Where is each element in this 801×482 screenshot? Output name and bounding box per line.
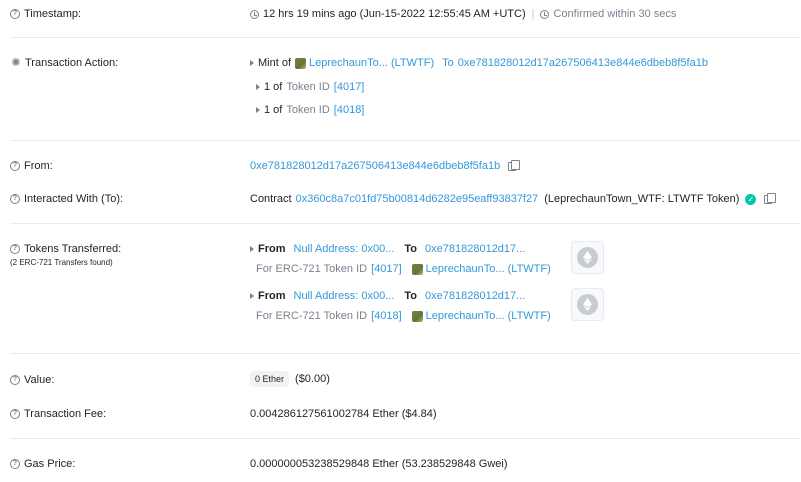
gas-price-label: ? Gas Price: [10, 458, 75, 470]
help-icon[interactable]: ? [10, 375, 20, 385]
token-logo-icon [411, 310, 423, 322]
mint-to-address-link[interactable]: 0xe781828012d17a267506413e844e6dbeb8f5fa… [458, 57, 708, 69]
from-null-address-link[interactable]: Null Address: 0x00... [294, 243, 395, 255]
token-logo-icon [295, 57, 307, 69]
caret-right-icon [250, 246, 254, 252]
ethereum-icon [571, 241, 604, 274]
from-value: 0xe781828012d17a267506413e844e6dbeb8f5fa… [250, 159, 521, 172]
transfer-detail: For ERC-721 Token ID [4018] LeprechaunTo… [256, 310, 551, 322]
usd-value: ($0.00) [295, 373, 330, 385]
divider [10, 438, 800, 439]
caret-right-icon [256, 107, 260, 113]
divider [10, 140, 800, 141]
ether-amount-badge: 0 Ether [250, 371, 290, 387]
copy-icon[interactable] [508, 159, 521, 171]
transaction-fee-value: 0.004286127561002784 Ether ($4.84) [250, 408, 437, 420]
to-address-link[interactable]: 0xe781828012d17... [425, 290, 525, 302]
token-id-link[interactable]: [4017] [334, 81, 365, 93]
gas-price-value: 0.000000053238529848 Ether (53.238529848… [250, 458, 508, 470]
from-label: ? From: [10, 160, 53, 172]
token-logo-icon [411, 263, 423, 275]
transfer-row: From Null Address: 0x00... To 0xe7818280… [250, 243, 525, 255]
transaction-action-label: ✺ Transaction Action: [11, 57, 119, 69]
help-icon[interactable]: ? [10, 244, 20, 254]
verified-check-icon: ✓ [745, 193, 757, 205]
help-icon[interactable]: ? [10, 9, 20, 19]
contract-address-link[interactable]: 0x360c8a7c01fd75b00814d6282e95eaff93837f… [296, 193, 539, 205]
help-icon[interactable]: ? [10, 409, 20, 419]
ethereum-icon [571, 288, 604, 321]
from-address-link[interactable]: 0xe781828012d17a267506413e844e6dbeb8f5fa… [250, 160, 500, 172]
action-item: 1 of Token ID [4017] [256, 81, 364, 93]
mint-action: Mint of LeprechaunTo... (LTWTF) To 0xe78… [250, 57, 708, 69]
token-link[interactable]: LeprechaunTo... (LTWTF) [426, 310, 551, 322]
transfer-detail: For ERC-721 Token ID [4017] LeprechaunTo… [256, 263, 551, 275]
value-amount: 0 Ether ($0.00) [250, 371, 330, 387]
divider [10, 353, 800, 354]
timer-icon [540, 9, 550, 19]
token-id-link[interactable]: [4018] [371, 310, 402, 322]
lightbulb-icon: ✺ [11, 57, 21, 69]
divider [10, 223, 800, 224]
interacted-with-value: Contract 0x360c8a7c01fd75b00814d6282e95e… [250, 192, 777, 205]
caret-right-icon [256, 84, 260, 90]
help-icon[interactable]: ? [10, 459, 20, 469]
clock-icon [250, 9, 259, 19]
to-address-link[interactable]: 0xe781828012d17... [425, 243, 525, 255]
transaction-fee-label: ? Transaction Fee: [10, 408, 106, 420]
interacted-with-label: ? Interacted With (To): [10, 193, 123, 205]
token-id-link[interactable]: [4017] [371, 263, 402, 275]
token-link[interactable]: LeprechaunTo... (LTWTF) [309, 57, 434, 69]
action-item: 1 of Token ID [4018] [256, 104, 364, 116]
token-id-link[interactable]: [4018] [334, 104, 365, 116]
transfer-row: From Null Address: 0x00... To 0xe7818280… [250, 290, 525, 302]
value-label: ? Value: [10, 374, 54, 386]
help-icon[interactable]: ? [10, 161, 20, 171]
transfers-found-count: (2 ERC-721 Transfers found) [10, 258, 113, 267]
confirmed-text: Confirmed within 30 secs [553, 8, 677, 20]
tokens-transferred-label: ? Tokens Transferred: [10, 243, 121, 255]
from-null-address-link[interactable]: Null Address: 0x00... [294, 290, 395, 302]
divider [10, 37, 800, 38]
timestamp-value: 12 hrs 19 mins ago (Jun-15-2022 12:55:45… [250, 8, 676, 20]
token-link[interactable]: LeprechaunTo... (LTWTF) [426, 263, 551, 275]
caret-right-icon [250, 60, 254, 66]
contract-name: (LeprechaunTown_WTF: LTWTF Token) [544, 193, 740, 205]
help-icon[interactable]: ? [10, 194, 20, 204]
caret-right-icon [250, 293, 254, 299]
copy-icon[interactable] [764, 192, 777, 204]
timestamp-label: ? Timestamp: [10, 8, 81, 20]
